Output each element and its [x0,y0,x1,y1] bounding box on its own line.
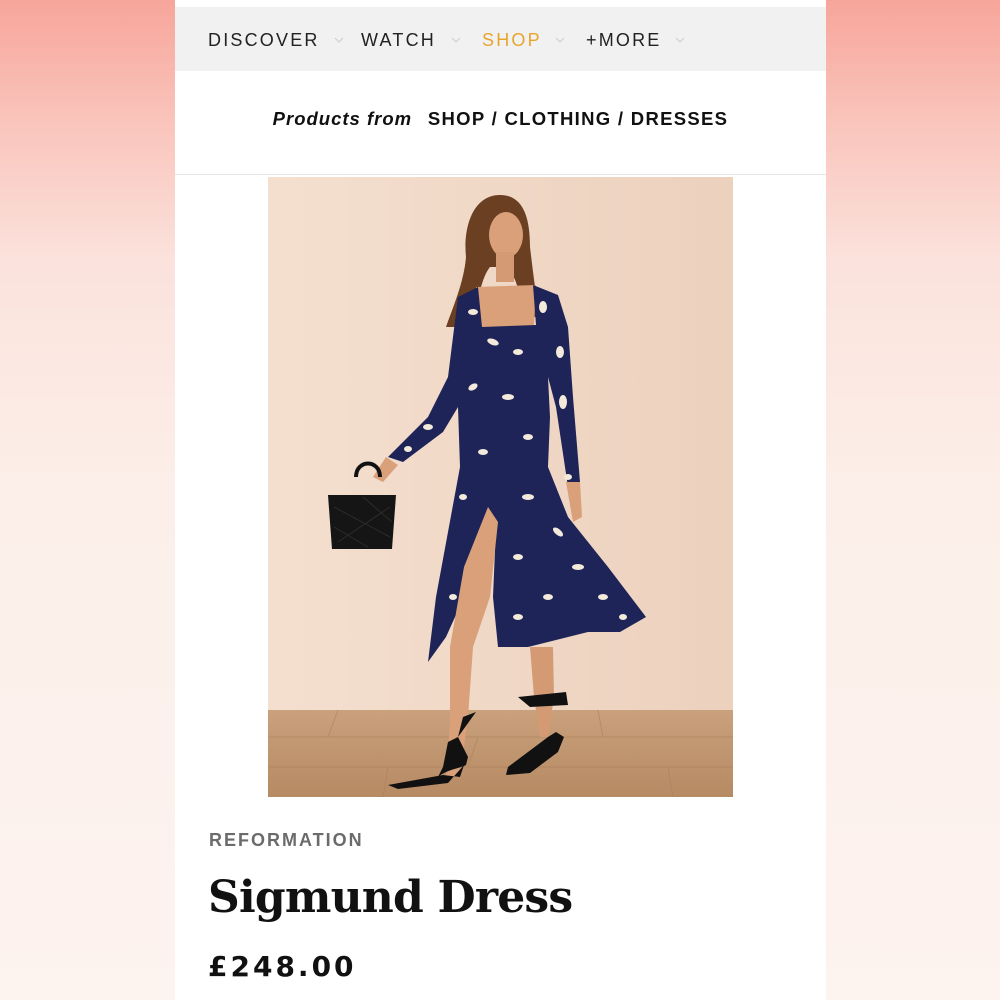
divider [175,174,826,175]
product-photo-illustration [268,177,733,797]
nav-item-discover[interactable]: DISCOVER [208,7,320,71]
chevron-down-icon[interactable] [675,35,685,45]
chevron-down-icon[interactable] [451,35,461,45]
nav-item-shop[interactable]: SHOP [482,7,542,71]
product-brand[interactable]: REFORMATION [209,830,364,851]
chevron-down-icon[interactable] [334,35,344,45]
product-image[interactable] [268,177,733,797]
nav-item-watch[interactable]: WATCH [361,7,436,71]
chevron-down-icon[interactable] [555,35,565,45]
product-title: Sigmund Dress [208,872,573,923]
top-nav: DISCOVER WATCH SHOP +MORE [175,7,826,71]
product-price: £248.00 [208,950,357,983]
breadcrumb-prefix: Products from [272,108,413,129]
page-card: DISCOVER WATCH SHOP +MORE Products from … [175,0,826,1000]
breadcrumb-path[interactable]: SHOP / CLOTHING / DRESSES [428,108,728,129]
breadcrumb: Products from SHOP / CLOTHING / DRESSES [175,108,826,130]
nav-item-more[interactable]: +MORE [586,7,662,71]
